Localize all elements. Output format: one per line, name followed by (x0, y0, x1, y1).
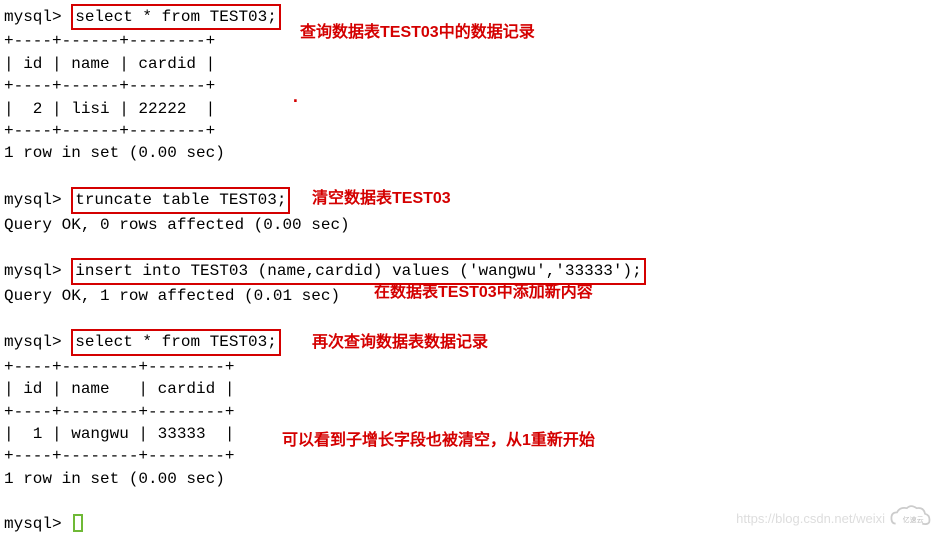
annotation-2: 清空数据表TEST03 (312, 188, 451, 210)
result-1: 1 row in set (0.00 sec) (4, 142, 937, 164)
blank-3 (4, 307, 937, 329)
prompt: mysql> (4, 191, 62, 209)
table1-header: | id | name | cardid | (4, 53, 937, 75)
cmd-line-2: mysql> truncate table TEST03; (4, 187, 937, 213)
table2-header: | id | name | cardid | (4, 378, 937, 400)
prompt: mysql> (4, 515, 62, 533)
cursor-icon (73, 514, 83, 532)
boxed-cmd-2: truncate table TEST03; (71, 187, 290, 213)
boxed-cmd-1: select * from TEST03; (71, 4, 281, 30)
table1-sep-top: +----+------+--------+ (4, 30, 937, 52)
svg-text:亿速云: 亿速云 (903, 515, 924, 524)
annotation-3: 在数据表TEST03中添加新内容 (374, 282, 593, 304)
blank-2 (4, 236, 937, 258)
result-2: Query OK, 0 rows affected (0.00 sec) (4, 214, 937, 236)
logo-icon: 亿速云 (889, 504, 933, 532)
table1-sep-bot: +----+------+--------+ (4, 120, 937, 142)
table1-row: | 2 | lisi | 22222 | (4, 98, 937, 120)
prompt: mysql> (4, 262, 62, 280)
cmd-line-3: mysql> insert into TEST03 (name,cardid) … (4, 258, 937, 284)
boxed-cmd-4: select * from TEST03; (71, 329, 281, 355)
result-4: 1 row in set (0.00 sec) (4, 468, 937, 490)
table2-sep-top: +----+--------+--------+ (4, 356, 937, 378)
prompt: mysql> (4, 8, 62, 26)
table2-sep-bot: +----+--------+--------+ (4, 445, 937, 467)
red-dot-icon: · (290, 90, 301, 115)
table2-sep-mid: +----+--------+--------+ (4, 401, 937, 423)
annotation-4: 再次查询数据表数据记录 (312, 332, 488, 354)
watermark-text: https://blog.csdn.net/weixi (736, 510, 885, 528)
table1-sep-mid: +----+------+--------+ (4, 75, 937, 97)
boxed-cmd-3: insert into TEST03 (name,cardid) values … (71, 258, 646, 284)
prompt: mysql> (4, 333, 62, 351)
blank-1 (4, 165, 937, 187)
